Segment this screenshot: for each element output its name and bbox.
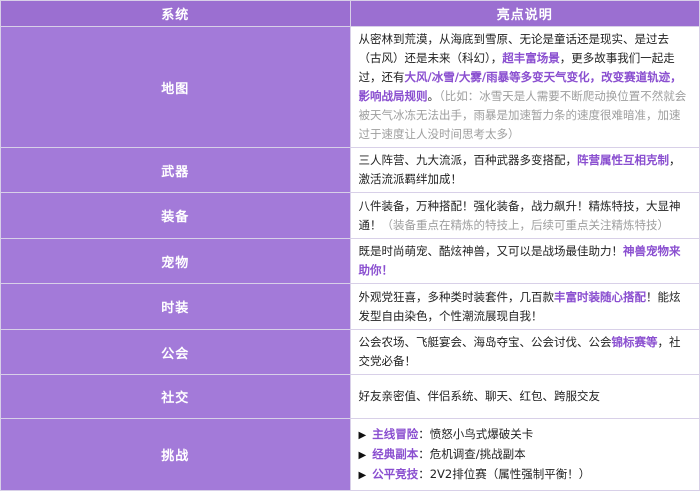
description-map: 从密林到荒漠，从海底到雪原、无论是童话还是现实、是过去（古风）还是未来（科幻），… bbox=[349, 26, 700, 148]
table-row: 公会 公会农场、飞艇宴会、海岛夺宝、公会讨伐、公会锦标赛等，社交党必备！ bbox=[0, 329, 700, 375]
challenge-title: 主线冒险 bbox=[372, 426, 419, 441]
table-row: 装备 八件装备，万种搭配！强化装备，战力飙升！精炼特技，大显神通！（装备重点在精… bbox=[0, 192, 700, 239]
table-row: 宠物 既是时尚萌宠、酷炫神兽，又可以是战场最佳助力！神兽宠物来助你！ bbox=[0, 238, 700, 284]
description-challenge: ▶ 主线冒险：愤怒小鸟式爆破关卡 ▶ 经典副本：危机调查/挑战副本 ▶ 公平竞技：2V… bbox=[349, 418, 700, 491]
challenge-item-main: ▶ 主线冒险：愤怒小鸟式爆破关卡 bbox=[359, 425, 692, 445]
triangle-right-icon: ▶ bbox=[358, 469, 367, 481]
challenge-item-arena: ▶ 公平竞技：2V2排位赛（属性强制平衡！） bbox=[359, 465, 692, 485]
desc-text: 外观党狂喜，多种类时装套件，几百款 bbox=[358, 289, 555, 304]
system-label-challenge: 挑战 bbox=[0, 418, 351, 491]
desc-text: 既是时尚萌宠、酷炫神兽，又可以是战场最佳助力！ bbox=[358, 244, 624, 258]
table-row: 社交 好友亲密值、伴侣系统、聊天、红包、跨服交友 bbox=[0, 374, 700, 419]
system-label-equipment: 装备 bbox=[0, 192, 351, 239]
table-row: 时装 外观党狂喜，多种类时装套件，几百款丰富时装随心搭配！能炫发型自由染色，个性… bbox=[0, 283, 700, 330]
desc-highlight: 丰富时装随心搭配 bbox=[554, 289, 646, 304]
feature-table: 系统 亮点说明 地图 从密林到荒漠，从海底到雪原、无论是童话还是现实、是过去（古… bbox=[0, 0, 700, 491]
table-row: 挑战 ▶ 主线冒险：愤怒小鸟式爆破关卡 ▶ 经典副本：危机调查/挑战副本 ▶ 公平竞技… bbox=[0, 418, 700, 491]
header-system: 系统 bbox=[0, 0, 351, 27]
description-social: 好友亲密值、伴侣系统、聊天、红包、跨服交友 bbox=[349, 374, 700, 419]
system-label-weapon: 武器 bbox=[0, 147, 351, 193]
desc-text: 。 bbox=[427, 89, 440, 103]
description-pet: 既是时尚萌宠、酷炫神兽，又可以是战场最佳助力！神兽宠物来助你！ bbox=[349, 238, 700, 284]
desc-text: 三人阵营、九大流派，百种武器多变搭配， bbox=[358, 153, 578, 167]
desc-highlight: 超丰富场景 bbox=[502, 51, 560, 65]
desc-highlight: 阵营属性互相克制 bbox=[577, 153, 669, 167]
description-equipment: 八件装备，万种搭配！强化装备，战力飙升！精炼特技，大显神通！（装备重点在精炼的特… bbox=[349, 192, 700, 239]
table-row: 地图 从密林到荒漠，从海底到雪原、无论是童话还是现实、是过去（古风）还是未来（科… bbox=[0, 26, 700, 148]
challenge-title: 经典副本 bbox=[372, 446, 419, 461]
desc-note: （装备重点在精炼的特技上，后续可重点关注精炼特技） bbox=[381, 217, 670, 232]
challenge-text: ：愤怒小鸟式爆破关卡 bbox=[418, 426, 534, 441]
challenge-text: ：危机调查/挑战副本 bbox=[418, 446, 526, 461]
challenge-item-dungeon: ▶ 经典副本：危机调查/挑战副本 bbox=[359, 445, 692, 465]
triangle-right-icon: ▶ bbox=[358, 429, 367, 441]
header-highlights: 亮点说明 bbox=[349, 0, 700, 27]
system-label-pet: 宠物 bbox=[0, 238, 351, 284]
table-row: 武器 三人阵营、九大流派，百种武器多变搭配，阵营属性互相克制，激活流派羁绊加成！ bbox=[0, 147, 700, 193]
desc-highlight: 锦标赛等 bbox=[611, 335, 658, 349]
system-label-guild: 公会 bbox=[0, 329, 351, 375]
system-label-costume: 时装 bbox=[0, 283, 351, 330]
challenge-text: ：2V2排位赛（属性强制平衡！） bbox=[418, 466, 591, 481]
system-label-social: 社交 bbox=[0, 374, 351, 419]
triangle-right-icon: ▶ bbox=[358, 449, 367, 461]
description-guild: 公会农场、飞艇宴会、海岛夺宝、公会讨伐、公会锦标赛等，社交党必备！ bbox=[349, 329, 700, 375]
system-label-map: 地图 bbox=[0, 26, 351, 148]
challenge-title: 公平竞技 bbox=[372, 466, 419, 481]
desc-text: 公会农场、飞艇宴会、海岛夺宝、公会讨伐、公会 bbox=[358, 335, 612, 349]
desc-text: 好友亲密值、伴侣系统、聊天、红包、跨服交友 bbox=[358, 389, 601, 403]
description-costume: 外观党狂喜，多种类时装套件，几百款丰富时装随心搭配！能炫发型自由染色，个性潮流展… bbox=[349, 283, 700, 330]
description-weapon: 三人阵营、九大流派，百种武器多变搭配，阵营属性互相克制，激活流派羁绊加成！ bbox=[349, 147, 700, 193]
